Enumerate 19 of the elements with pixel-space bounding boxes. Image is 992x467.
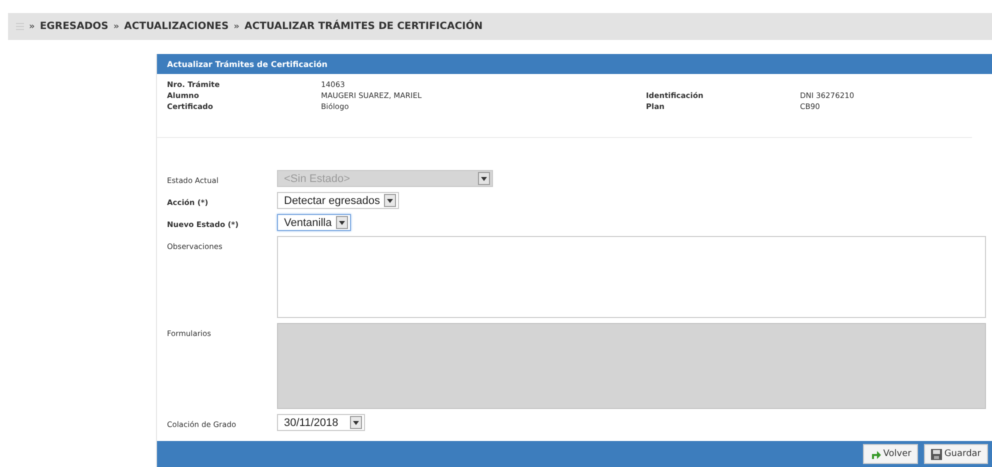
- select-field[interactable]: Detectar egresados: [277, 192, 399, 209]
- breadcrumb-link[interactable]: ACTUALIZACIONES: [124, 21, 229, 32]
- select-field[interactable]: Ventanilla: [277, 214, 351, 231]
- back-arrow-icon: [870, 448, 882, 460]
- panel-title: Actualizar Trámites de Certificación: [157, 54, 992, 74]
- caret-icon: [384, 194, 396, 207]
- save-button[interactable]: Guardar: [924, 444, 988, 464]
- breadcrumb-separator: »: [234, 22, 240, 32]
- caret-icon: [350, 416, 362, 429]
- caret-icon: [336, 216, 348, 229]
- caret-icon: [478, 172, 490, 185]
- breadcrumb-link[interactable]: ACTUALIZAR TRÁMITES DE CERTIFICACIÓN: [244, 21, 483, 32]
- breadcrumb-separator: »: [113, 22, 120, 32]
- observations-field[interactable]: [277, 236, 986, 318]
- date-select[interactable]: 30/11/2018: [277, 414, 365, 431]
- breadcrumb-separator: »: [29, 22, 35, 32]
- floppy-icon: [931, 448, 942, 460]
- breadcrumb-link[interactable]: EGRESADOS: [40, 21, 108, 32]
- back-button[interactable]: Volver: [863, 444, 918, 464]
